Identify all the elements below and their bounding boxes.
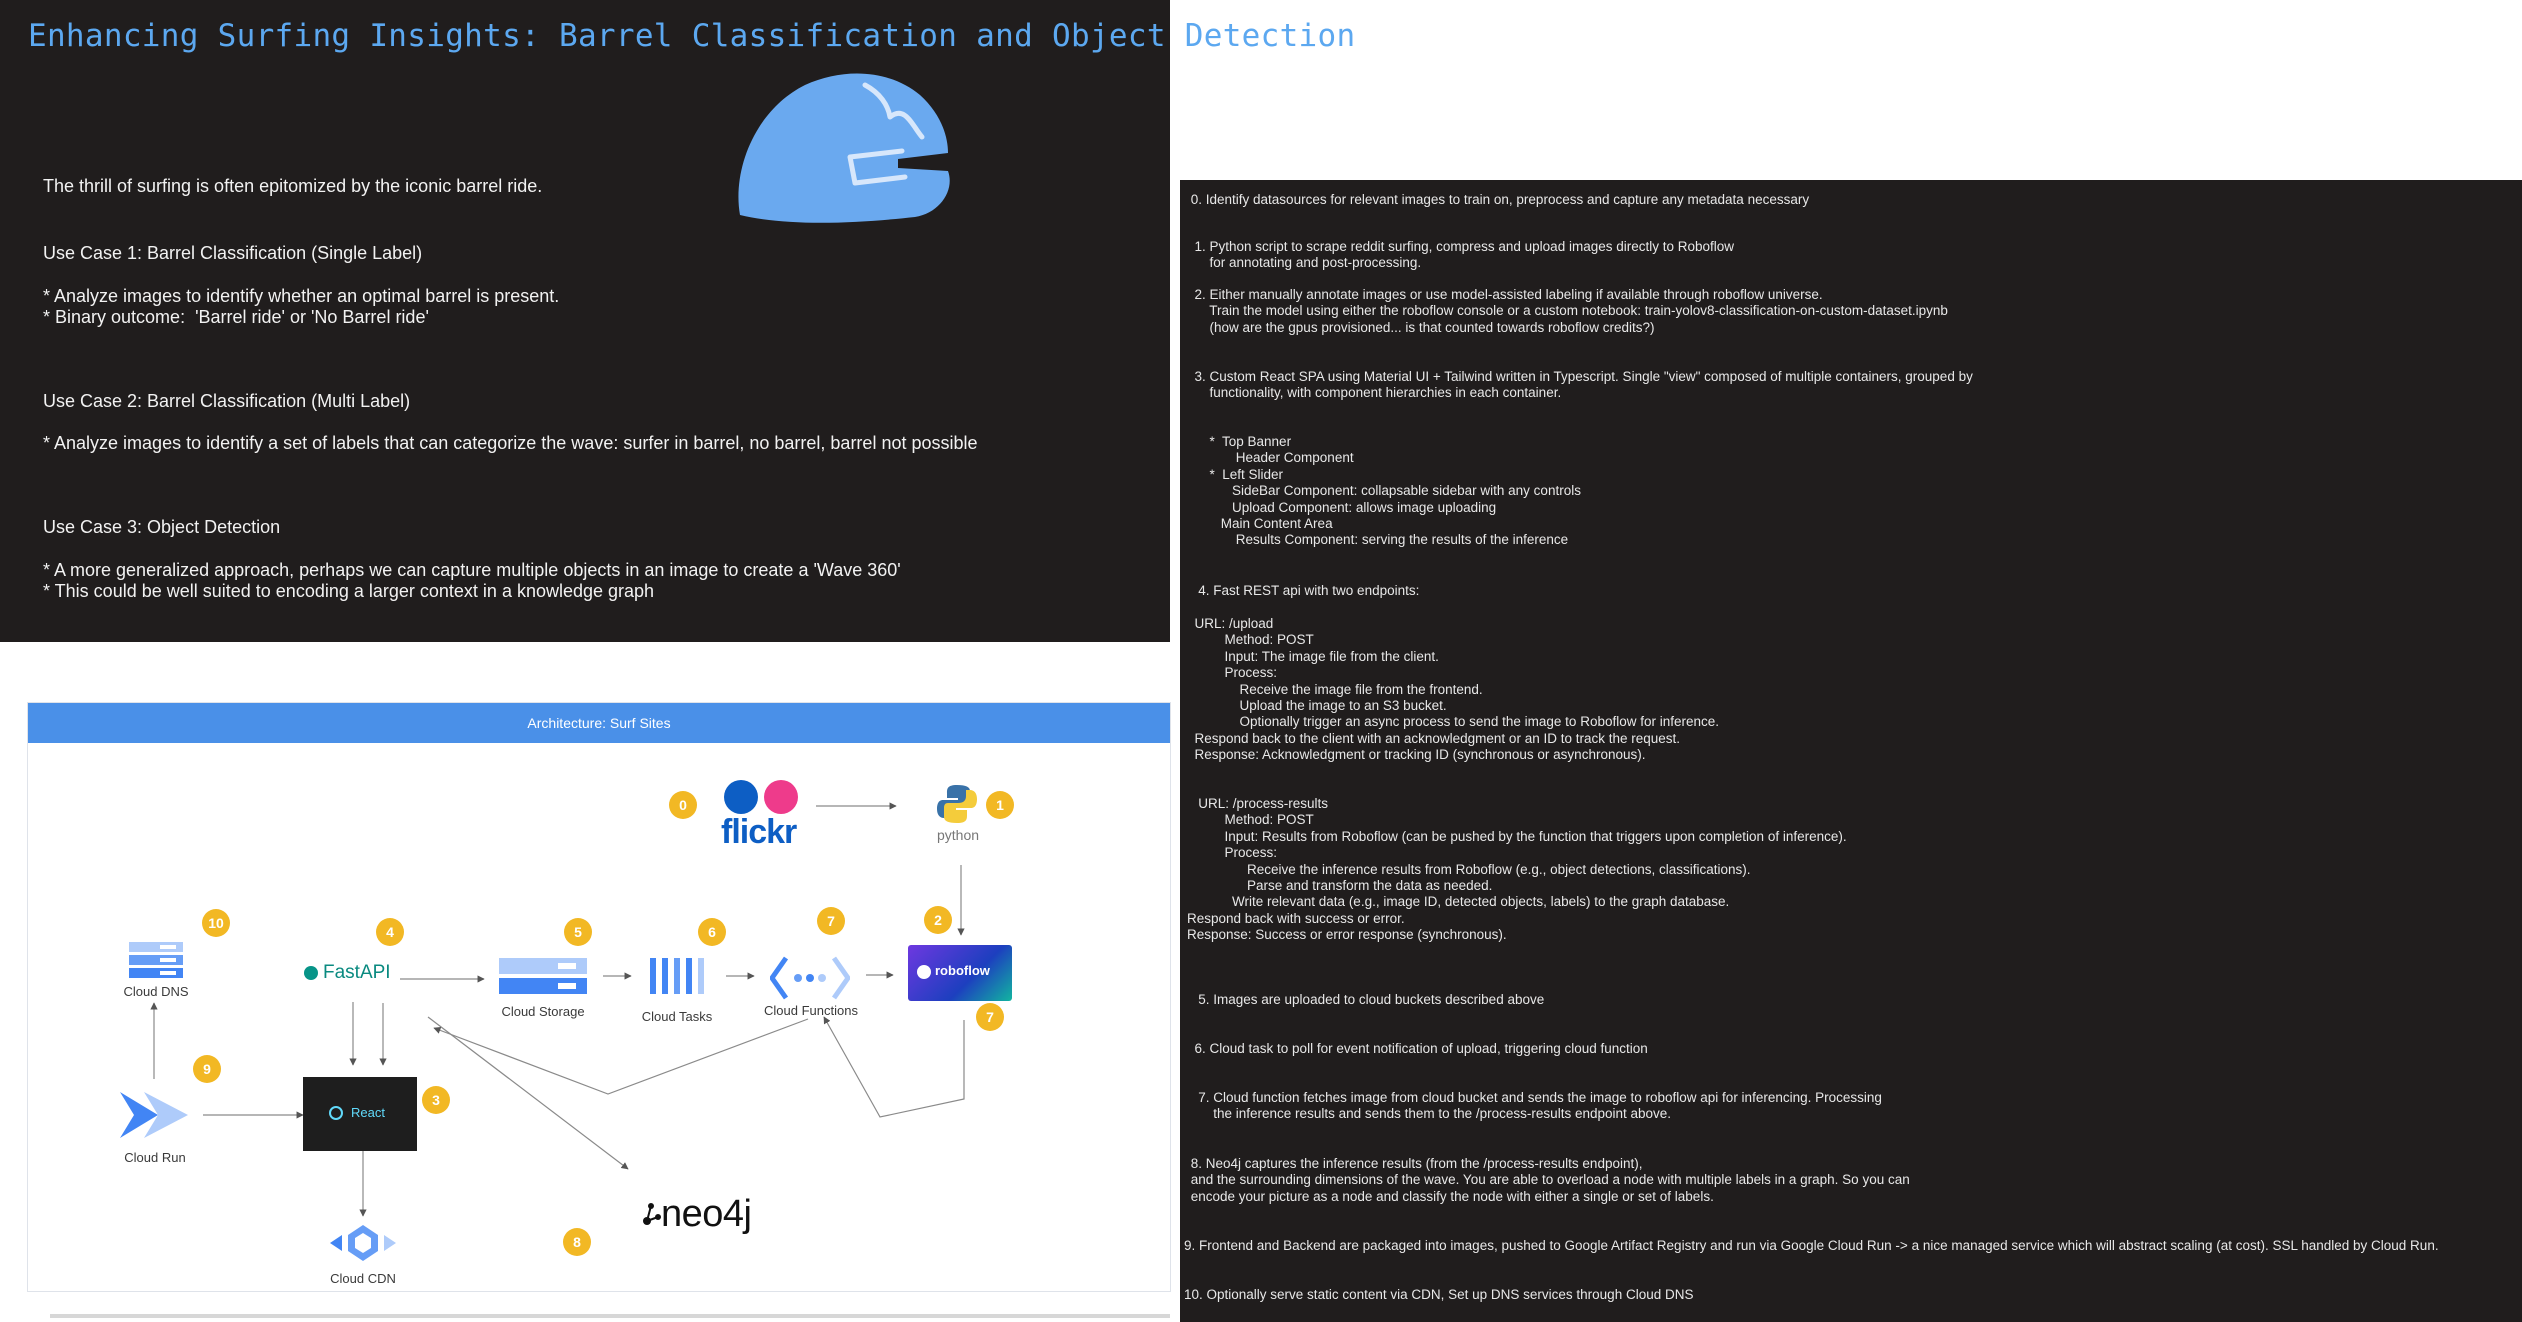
step-badge: 4 (376, 918, 404, 946)
use-case-3-heading: Use Case 3: Object Detection (43, 517, 281, 537)
flickr-logo-icon (721, 779, 807, 814)
step-7: 7. Cloud function fetches image from clo… (1198, 1090, 1882, 1122)
cloud-storage-label: Cloud Storage (501, 1004, 585, 1019)
page-title: Enhancing Surfing Insights: Barrel Class… (28, 18, 1356, 54)
architecture-diagram: Architecture: Surf Sites flickr python r… (27, 702, 1171, 1292)
step-1: 1. Python script to scrape reddit surfin… (1194, 239, 1735, 271)
step-8: 8. Neo4j captures the inference results … (1190, 1156, 1910, 1204)
use-case-1-bullet: * Analyze images to identify whether an … (43, 286, 560, 306)
step-badge: 6 (698, 918, 726, 946)
neo4j-label: neo4j (661, 1193, 752, 1235)
cloud-cdn-label: Cloud CDN (330, 1271, 396, 1286)
step-badge: 1 (986, 791, 1014, 819)
step-badge: 2 (924, 906, 952, 934)
upload-endpoint: URL: /upload Method: POST Input: The ima… (1194, 616, 1720, 763)
use-case-1-heading: Use Case 1: Barrel Classification (Singl… (43, 243, 423, 263)
cloud-run-icon (118, 1090, 190, 1145)
use-case-3-bullet: * A more generalized approach, perhaps w… (43, 560, 901, 580)
step-badge: 5 (564, 918, 592, 946)
step-0: 0. Identify datasources for relevant ima… (1187, 192, 1810, 207)
cloud-tasks-icon (648, 955, 708, 1002)
roboflow-logo-icon (917, 965, 931, 979)
step-badge: 10 (202, 909, 230, 937)
edge-roboflow-functions (823, 1016, 965, 1118)
cloud-run-label: Cloud Run (124, 1150, 186, 1165)
react-logo-icon (329, 1106, 343, 1120)
step-badge: 7 (817, 907, 845, 935)
step-6: 6. Cloud task to poll for event notifica… (1187, 1041, 1648, 1056)
react-node: React (303, 1077, 417, 1151)
fastapi-label: FastAPI (323, 962, 391, 983)
use-case-2-heading: Use Case 2: Barrel Classification (Multi… (43, 391, 411, 411)
step-9: 9. Frontend and Backend are packaged int… (1184, 1238, 2439, 1253)
fastapi-logo-icon (304, 966, 318, 980)
implementation-steps-panel: 0. Identify datasources for relevant ima… (1180, 180, 2522, 1322)
react-label: React (351, 1105, 385, 1120)
use-case-2-bullet: * Analyze images to identify a set of la… (43, 433, 978, 453)
step-3-components: * Top Banner Header Component * Left Sli… (1209, 434, 1581, 548)
wave-helmet-icon (738, 73, 950, 223)
intro-panel: Enhancing Surfing Insights: Barrel Class… (0, 0, 1355, 642)
step-4: 4. Fast REST api with two endpoints: (1187, 583, 1420, 598)
roboflow-label: roboflow (935, 963, 990, 978)
cloud-functions-label: Cloud Functions (764, 1003, 858, 1018)
python-label: python (936, 827, 980, 843)
step-2: 2. Either manually annotate images or us… (1194, 287, 1948, 335)
step-badge: 8 (563, 1228, 591, 1256)
step-3: 3. Custom React SPA using Material UI + … (1194, 369, 1973, 401)
edge-functions-fastapi (433, 1018, 809, 1095)
step-badge: 0 (669, 791, 697, 819)
step-5: 5. Images are uploaded to cloud buckets … (1187, 992, 1545, 1007)
process-results-endpoint: URL: /process-results Method: POST Input… (1187, 796, 1847, 943)
step-badge: 3 (422, 1086, 450, 1114)
step-badge: 7 (976, 1003, 1004, 1031)
cloud-functions-icon (768, 956, 852, 1005)
step-10: 10. Optionally serve static content via … (1184, 1287, 1694, 1302)
intro-line: The thrill of surfing is often epitomize… (43, 176, 543, 196)
cloud-storage-icon (498, 957, 588, 1000)
cloud-dns-icon (128, 941, 184, 986)
use-case-3-bullet: * This could be well suited to encoding … (43, 581, 655, 601)
cloud-tasks-label: Cloud Tasks (641, 1009, 713, 1024)
use-case-1-bullet: * Binary outcome: 'Barrel ride' or 'No B… (43, 307, 429, 327)
cloud-cdn-icon (328, 1223, 398, 1268)
step-badge: 9 (193, 1055, 221, 1083)
flickr-label: flickr (721, 813, 797, 851)
edge-fastapi-neo4j (427, 1016, 629, 1170)
cloud-dns-label: Cloud DNS (123, 984, 189, 999)
python-logo-icon (936, 783, 978, 830)
roboflow-node: roboflow (908, 945, 1012, 1001)
divider (50, 1314, 1170, 1318)
